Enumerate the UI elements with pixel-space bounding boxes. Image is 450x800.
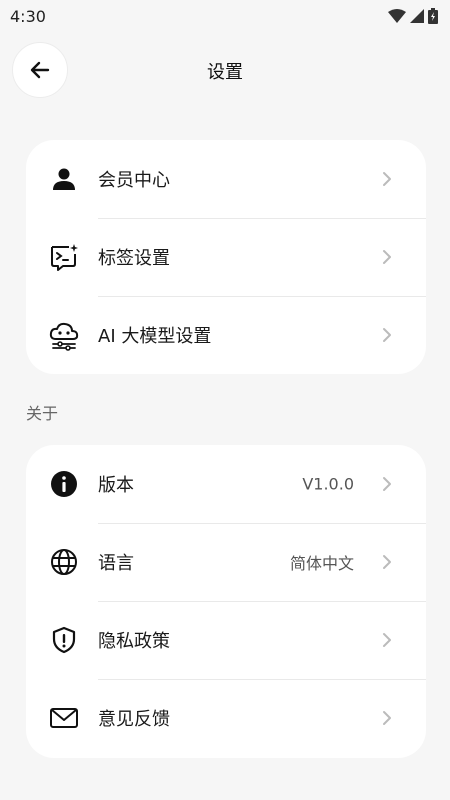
settings-item-label: 语言 (98, 553, 134, 574)
chevron-right-icon (383, 555, 391, 569)
status-time: 4:30 (10, 6, 46, 26)
settings-item-tags[interactable]: 标签设置 (26, 218, 426, 296)
section-label-about: 关于 (26, 404, 59, 423)
settings-item-version[interactable]: 版本 V1.0.0 (26, 445, 426, 523)
app-header: 设置 (0, 40, 450, 100)
chevron-right-icon (383, 250, 391, 264)
status-bar: 4:30 (0, 0, 450, 32)
mail-icon (50, 708, 78, 728)
person-icon (53, 168, 75, 190)
settings-item-label: AI 大模型设置 (98, 326, 212, 347)
settings-item-label: 意见反馈 (98, 709, 170, 730)
settings-card-about: 版本 V1.0.0 语言 简体中文 隐私政策 意见反馈 (26, 445, 426, 758)
chevron-right-icon (383, 477, 391, 491)
page-title: 设置 (207, 62, 243, 83)
settings-item-ai-model[interactable]: AI 大模型设置 (26, 296, 426, 374)
wifi-icon (388, 9, 406, 23)
info-icon (51, 471, 77, 497)
settings-card-main: 会员中心 标签设置 AI 大模型设置 (26, 140, 426, 374)
battery-icon (428, 8, 438, 24)
language-value: 简体中文 (289, 554, 354, 573)
version-value: V1.0.0 (302, 474, 354, 494)
chevron-right-icon (383, 633, 391, 647)
globe-icon (51, 549, 77, 575)
settings-item-label: 会员中心 (98, 170, 170, 191)
status-icons (388, 8, 438, 24)
settings-item-membership[interactable]: 会员中心 (26, 140, 426, 218)
shield-alert-icon (52, 626, 76, 654)
settings-item-language[interactable]: 语言 简体中文 (26, 523, 426, 601)
signal-icon (410, 9, 424, 23)
chevron-right-icon (383, 328, 391, 342)
chevron-right-icon (383, 172, 391, 186)
tag-terminal-icon (51, 244, 78, 271)
settings-item-label: 隐私政策 (98, 631, 170, 652)
chevron-right-icon (383, 711, 391, 725)
settings-item-privacy[interactable]: 隐私政策 (26, 601, 426, 679)
ai-cloud-icon (49, 322, 79, 351)
settings-item-feedback[interactable]: 意见反馈 (26, 679, 426, 757)
settings-item-label: 标签设置 (98, 248, 170, 269)
settings-item-label: 版本 (98, 475, 134, 496)
